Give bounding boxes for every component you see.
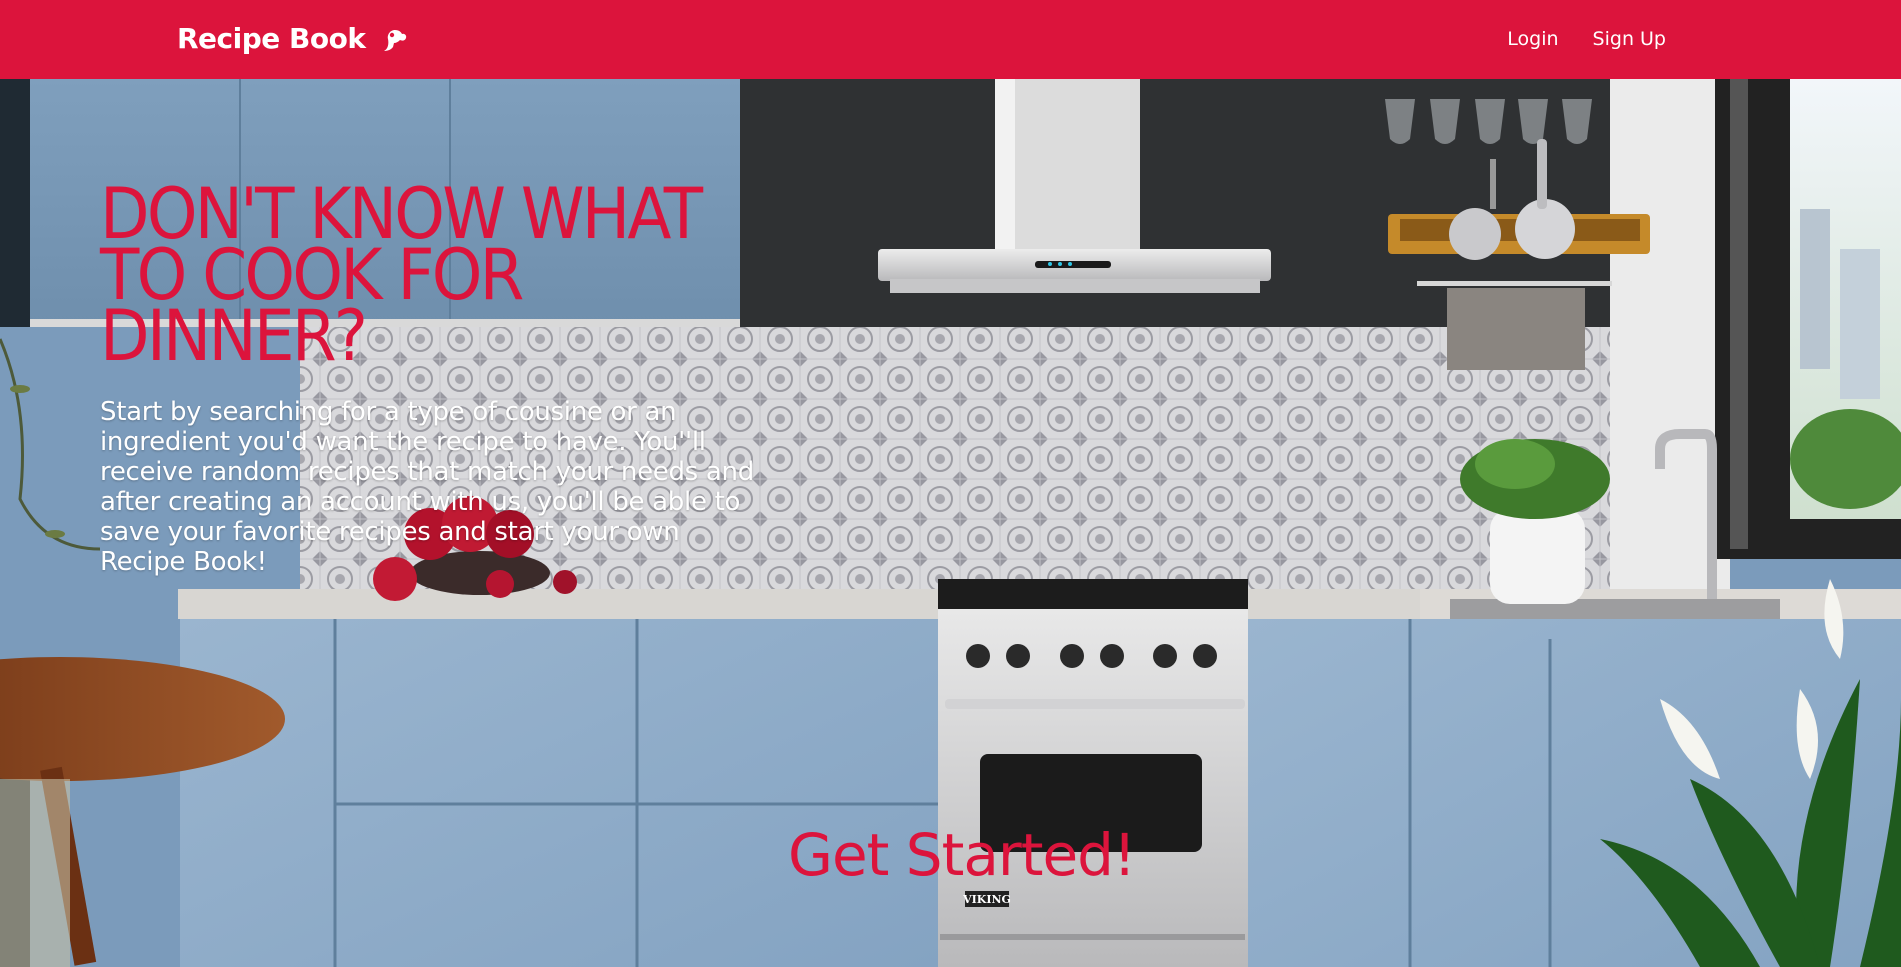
hero-section: VIKING DON'T KNOW WHAT TO COOK FOR DINNE… [0, 79, 1901, 967]
oven-brand-label: VIKING [962, 893, 1011, 906]
nav-links: Login Sign Up [1507, 28, 1666, 50]
brand-link[interactable]: Recipe Book [177, 22, 409, 55]
chef-hat-icon [379, 24, 409, 54]
top-navbar: Recipe Book Login Sign Up [0, 0, 1901, 79]
login-link[interactable]: Login [1507, 28, 1558, 50]
hero-title: DON'T KNOW WHAT TO COOK FOR DINNER? [100, 173, 703, 377]
hero-description: Start by searching for a type of cousine… [100, 397, 754, 577]
signup-link[interactable]: Sign Up [1593, 28, 1666, 50]
get-started-button[interactable]: Get Started! [788, 821, 1136, 889]
brand-name: Recipe Book [177, 22, 366, 55]
